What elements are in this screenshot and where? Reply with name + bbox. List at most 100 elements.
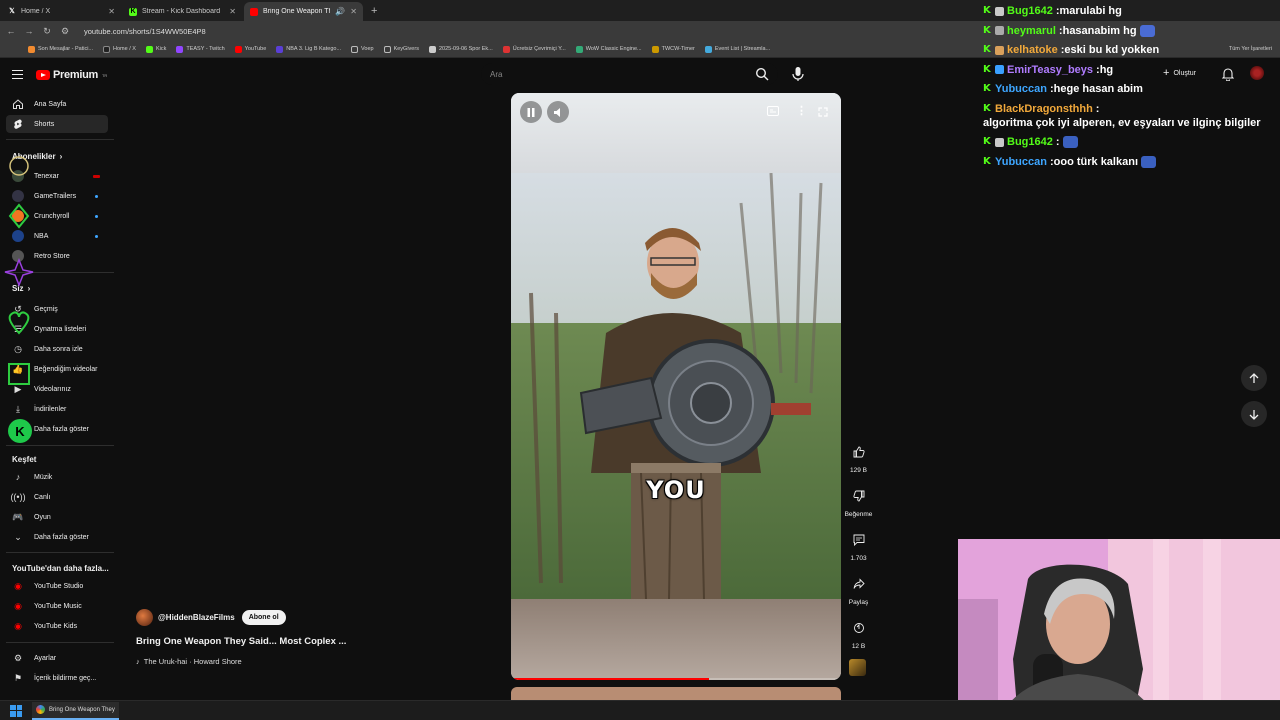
chat-text: ooo türk kalkanı xyxy=(1053,155,1138,168)
bookmark[interactable]: Ücretsiz Çevrimiçi Y... xyxy=(502,45,566,53)
bookmark[interactable]: Event List | Streamla... xyxy=(704,45,770,53)
chat-username: Bug1642 xyxy=(1007,136,1053,148)
bookmark[interactable]: TEASY - Twitch xyxy=(176,45,225,53)
bookmark[interactable]: TWCW-Timer xyxy=(651,45,695,53)
sidebar-item-youtube-kids[interactable]: ◉ YouTube Kids xyxy=(6,617,108,635)
sidebar-item-music[interactable]: ♪ Müzik xyxy=(6,468,108,486)
speaker-icon[interactable]: 🔊 xyxy=(335,7,345,16)
like-button[interactable]: 129 B xyxy=(843,441,874,474)
sidebar-item-gaming[interactable]: 🎮 Oyun xyxy=(6,508,108,526)
sidebar-item-shorts[interactable]: Shorts xyxy=(6,115,108,133)
channel-name[interactable]: @HiddenBlazeFilms xyxy=(158,613,235,622)
taskbar-app-browser[interactable]: Bring One Weapon They xyxy=(32,701,119,720)
sidebar-item-report-history[interactable]: ⚑ İçerik bildirme geç... xyxy=(6,669,108,687)
bookmark[interactable]: Kick xyxy=(145,45,166,53)
comments-button[interactable]: 1.703 xyxy=(843,529,874,562)
divider xyxy=(6,552,114,553)
music-info[interactable]: ♪ The Uruk-hai · Howard Shore xyxy=(136,657,242,666)
live-indicator xyxy=(93,174,100,178)
next-short-button[interactable] xyxy=(1241,401,1267,427)
close-icon[interactable]: ✕ xyxy=(350,7,357,16)
bookmark[interactable]: WoW Classic Engine... xyxy=(575,45,642,53)
tab-x[interactable]: 𝕏 Home / X ✕ xyxy=(2,2,121,21)
chat-text: marulabi hg xyxy=(1059,5,1122,17)
new-content-dot xyxy=(95,194,98,198)
pause-icon xyxy=(527,107,535,117)
channel-info: @HiddenBlazeFilms Abone ol xyxy=(136,609,286,626)
chat-username: kelhatoke xyxy=(1007,44,1058,56)
bookmark-folder[interactable]: Voep xyxy=(351,45,374,53)
forward-icon[interactable]: → xyxy=(24,26,34,36)
more-options-icon[interactable]: ⋮ xyxy=(796,104,807,117)
captions-icon[interactable] xyxy=(767,106,779,116)
svg-text:K: K xyxy=(15,424,25,439)
sidebar-item-show-more[interactable]: ⌄Daha fazla göster xyxy=(6,528,108,546)
tab-kick[interactable]: K Stream - Kick Dashboard ✕ xyxy=(123,2,242,21)
tab-youtube[interactable]: Bring One Weapon They Sai 🔊 ✕ xyxy=(244,2,363,21)
chat-emote-icon xyxy=(1141,155,1156,168)
mic-icon[interactable] xyxy=(790,65,806,83)
chat-message: Kheymarul: hasanabim hg xyxy=(983,24,1280,38)
divider xyxy=(6,642,114,643)
close-icon[interactable]: ✕ xyxy=(229,7,236,16)
streamer-webcam xyxy=(958,539,1280,720)
search-input[interactable] xyxy=(481,63,778,85)
chevron-down-icon: ⌄ xyxy=(14,531,22,542)
volume-button[interactable] xyxy=(547,101,569,123)
sidebar-item-youtube-studio[interactable]: ◉ YouTube Studio xyxy=(6,577,108,595)
pause-button[interactable] xyxy=(520,101,542,123)
chat-text: hasanabim hg xyxy=(1062,24,1137,37)
previous-short-button[interactable] xyxy=(1241,365,1267,391)
bookmark[interactable]: Home / X xyxy=(103,45,136,53)
remix-icon xyxy=(848,617,870,639)
gear-icon: ⚙ xyxy=(13,652,23,663)
volume-icon xyxy=(553,107,560,117)
new-tab-button[interactable]: + xyxy=(371,2,377,21)
next-short-preview[interactable] xyxy=(511,687,841,700)
arrow-down-icon xyxy=(1249,409,1259,420)
reload-icon[interactable]: ↻ xyxy=(42,26,52,37)
chat-message: K Yubuccan: hege hasan abim xyxy=(983,82,1280,96)
dislike-button[interactable]: Beğenme xyxy=(843,485,874,518)
kick-icon: K xyxy=(983,83,991,94)
fullscreen-icon[interactable] xyxy=(818,107,828,117)
progress-fill xyxy=(511,678,709,680)
menu-icon[interactable] xyxy=(12,70,23,79)
bookmark[interactable]: YouTube xyxy=(234,45,266,53)
sidebar-item-youtube-music[interactable]: ◉ YouTube Music xyxy=(6,597,108,615)
sidebar-item-settings[interactable]: ⚙ Ayarlar xyxy=(6,649,108,667)
channel-avatar[interactable] xyxy=(136,609,153,626)
url-field[interactable]: youtube.com/shorts/1S4WW50E4P8 xyxy=(84,27,206,36)
site-info-icon[interactable]: ⚙ xyxy=(60,26,70,37)
bookmark[interactable]: NBA 3. Lig B Katego... xyxy=(276,45,341,53)
shorts-player[interactable]: ⋮ YOU xyxy=(511,93,841,680)
remix-button[interactable]: 12 B xyxy=(843,617,874,650)
bookmark[interactable]: Son Mesajlar - Patici... xyxy=(28,45,93,53)
search-icon[interactable] xyxy=(755,67,769,81)
chat-message: K EmirTeasy_beys: hg xyxy=(983,63,1280,77)
close-icon[interactable]: ✕ xyxy=(108,7,115,16)
video-title[interactable]: Bring One Weapon They Said... Most Cople… xyxy=(136,636,346,647)
windows-start-icon[interactable] xyxy=(10,704,22,717)
sound-thumbnail[interactable] xyxy=(849,659,866,676)
chat-message: K Bug1642: marulabi hg xyxy=(983,4,1280,18)
chat-emote-icon xyxy=(1062,136,1078,148)
thumbs-up-icon xyxy=(848,441,870,463)
subscribe-button[interactable]: Abone ol xyxy=(241,610,286,625)
back-icon[interactable]: ← xyxy=(6,26,16,36)
video-caption: YOU xyxy=(646,476,706,504)
youtube-logo[interactable]: Premium TR xyxy=(36,69,107,81)
music-label: The Uruk-hai · Howard Shore xyxy=(143,657,242,666)
sidebar-item-live[interactable]: ((•)) Canlı xyxy=(6,488,108,506)
share-label: Paylaş xyxy=(848,599,869,606)
sidebar-item-home[interactable]: Ana Sayfa xyxy=(6,95,108,113)
progress-bar[interactable] xyxy=(511,678,841,680)
share-button[interactable]: Paylaş xyxy=(843,573,874,606)
shorts-icon xyxy=(14,119,22,129)
chat-separator: : xyxy=(1055,136,1060,148)
chat-username: heymarul xyxy=(1007,24,1056,37)
sidebar-item-label: Ana Sayfa xyxy=(34,100,67,108)
bookmark[interactable]: 2025-09-06 Spor Ek... xyxy=(428,45,493,53)
youtube-music-icon: ◉ xyxy=(14,600,22,611)
bookmark-folder[interactable]: KeyGivers xyxy=(383,45,419,53)
